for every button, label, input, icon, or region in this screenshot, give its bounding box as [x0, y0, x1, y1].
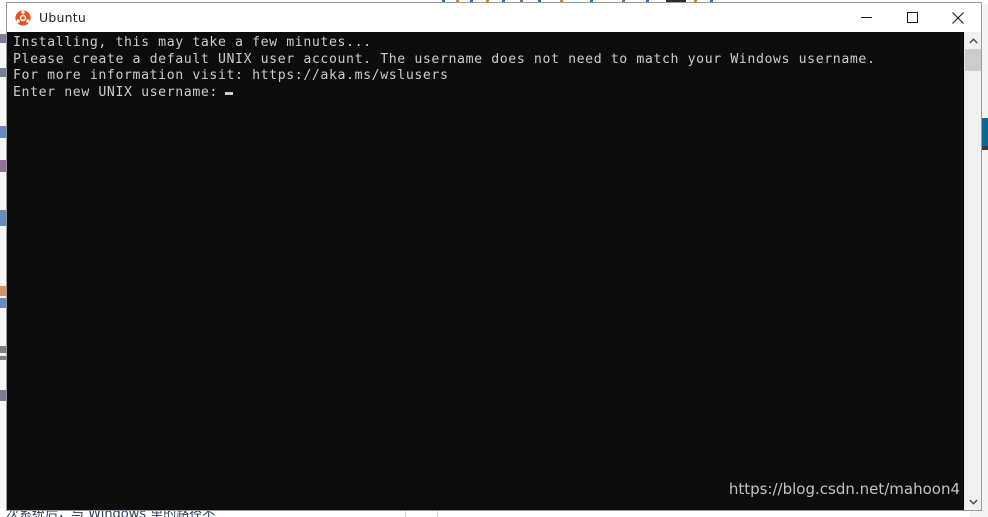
terminal-prompt-label: Enter new UNIX username:: [13, 84, 218, 100]
terminal-scrollbar[interactable]: [964, 32, 981, 510]
window-title-text: Ubuntu: [39, 10, 86, 25]
terminal-prompt-line: Enter new UNIX username:: [13, 85, 964, 102]
ubuntu-logo-icon: [15, 9, 31, 26]
chevron-down-icon[interactable]: [965, 493, 981, 510]
chevron-up-icon[interactable]: [965, 32, 981, 49]
terminal-output-text: Installing, this may take a few minutes.…: [13, 35, 876, 84]
maximize-button[interactable]: [889, 3, 935, 32]
scrollbar-track[interactable]: [965, 49, 981, 493]
watermark-text: https://blog.csdn.net/mahoon4: [728, 480, 960, 498]
terminal-area: Installing, this may take a few minutes.…: [7, 32, 981, 510]
ubuntu-console-window: Ubuntu Installing, this may take a few m…: [6, 2, 982, 511]
terminal-screen[interactable]: Installing, this may take a few minutes.…: [7, 32, 964, 510]
close-button[interactable]: [935, 3, 981, 32]
window-title-bar[interactable]: Ubuntu: [7, 3, 981, 32]
terminal-cursor: [224, 91, 233, 95]
scrollbar-thumb[interactable]: [965, 49, 981, 71]
minimize-button[interactable]: [843, 3, 889, 32]
